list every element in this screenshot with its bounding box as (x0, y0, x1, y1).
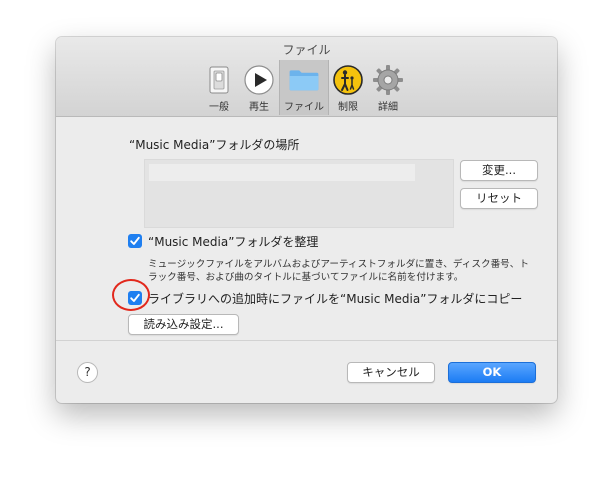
highlight-circle (112, 279, 150, 311)
folder-path-display (144, 159, 454, 228)
tab-label: ファイル (284, 102, 324, 113)
tab-advanced[interactable]: 詳細 (370, 60, 406, 115)
preferences-window: ファイル 一般 再生 ファイル 制限 詳細 “Music Media”フォルダの… (56, 37, 557, 403)
gear-icon (373, 65, 403, 95)
checkmark-icon (130, 236, 140, 245)
parental-control-icon (333, 65, 363, 95)
organize-description: ミュージックファイルをアルバムおよびアーティストフォルダに置き、ディスク番号、ト… (148, 259, 529, 283)
tab-restrictions[interactable]: 制限 (330, 60, 366, 115)
tab-label: 詳細 (378, 102, 398, 113)
switch-icon (209, 66, 229, 94)
tab-general[interactable]: 一般 (201, 60, 237, 115)
copy-to-folder-label: ライブラリへの追加時にファイルを“Music Media”フォルダにコピー (148, 292, 523, 306)
organize-label: “Music Media”フォルダを整理 (148, 235, 319, 249)
window-title: ファイル (282, 43, 331, 57)
import-settings-button[interactable]: 読み込み設定... (128, 314, 239, 335)
help-button[interactable]: ? (77, 362, 98, 383)
organize-checkbox[interactable] (128, 234, 142, 248)
ok-button[interactable]: OK (448, 362, 536, 383)
tab-playback[interactable]: 再生 (240, 60, 278, 115)
tab-files[interactable]: ファイル (279, 60, 329, 115)
play-icon (244, 65, 274, 95)
tab-label: 一般 (209, 102, 229, 113)
tab-label: 再生 (249, 102, 269, 113)
cancel-button[interactable]: キャンセル (347, 362, 435, 383)
change-button[interactable]: 変更... (460, 160, 538, 181)
folder-path-field (149, 164, 415, 181)
reset-button[interactable]: リセット (460, 188, 538, 209)
tab-label: 制限 (338, 102, 358, 113)
folder-location-title: “Music Media”フォルダの場所 (129, 138, 300, 152)
toolbar: ファイル 一般 再生 ファイル 制限 詳細 (56, 37, 557, 117)
footer-divider (56, 340, 557, 341)
folder-icon (289, 70, 319, 91)
